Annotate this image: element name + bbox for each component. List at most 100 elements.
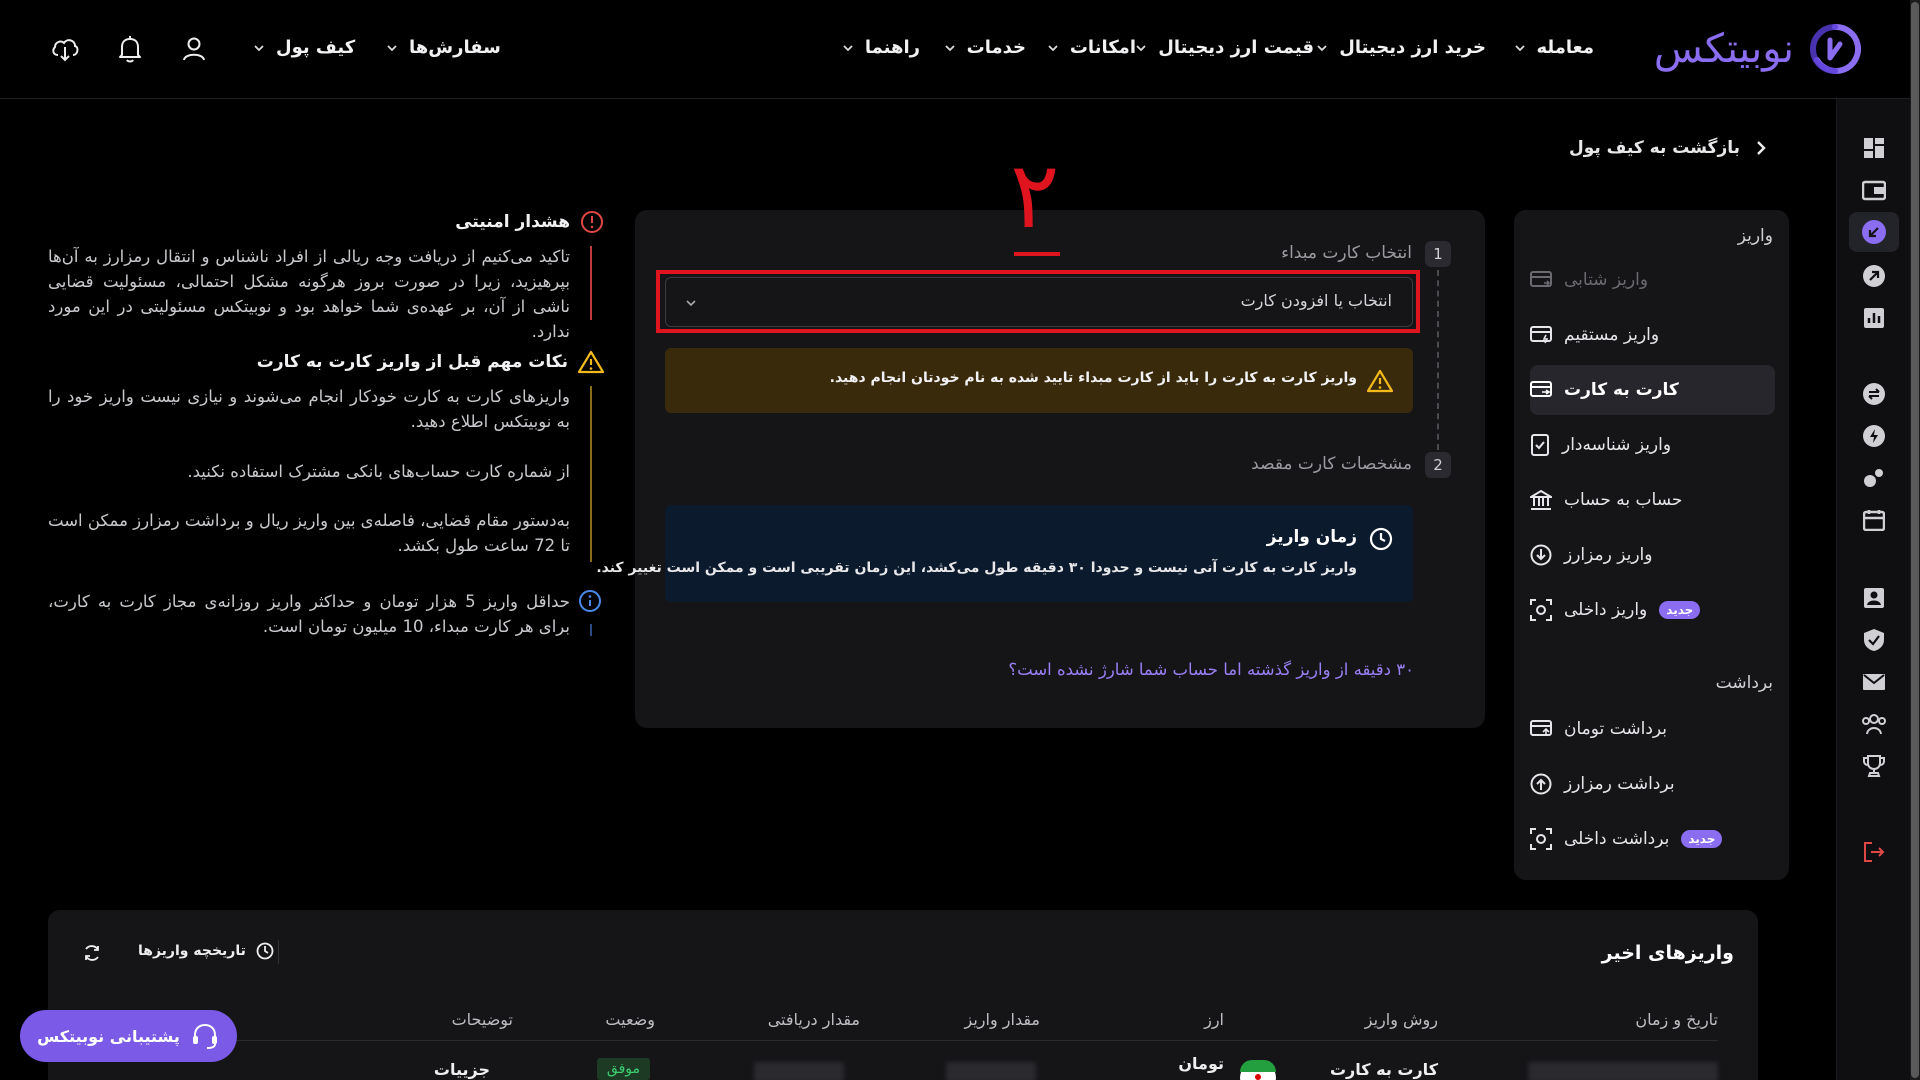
withdraw-arrow-icon[interactable]	[1861, 263, 1887, 289]
deposit-sidebar: واریز واریز شتابی واریز مستقیم کارت به ک…	[1514, 210, 1789, 880]
deposit-history-button[interactable]: تاریخچه واریزها	[138, 942, 274, 960]
user-icon[interactable]	[180, 35, 208, 63]
logout-icon[interactable]	[1861, 839, 1887, 865]
back-label: بازگشت به کیف پول	[1568, 138, 1740, 158]
sidebar-item-label: واریز مستقیم	[1564, 325, 1660, 345]
flash-icon[interactable]	[1861, 423, 1887, 449]
chevron-down-icon	[1317, 44, 1327, 51]
row-details-link[interactable]: جزییات	[434, 1060, 490, 1079]
chevron-down-icon	[387, 44, 397, 51]
card-lightning-icon	[1530, 326, 1552, 344]
sidebar-item-label: واریز شتابی	[1564, 270, 1649, 290]
security-title: هشدار امنیتی	[455, 212, 570, 232]
clock-icon	[1369, 527, 1393, 551]
card-ownership-warning: واریز کارت به کارت را باید از کارت مبداء…	[665, 348, 1413, 413]
chevron-right-icon	[1757, 141, 1766, 155]
security-body: تاکید می‌کنیم از دریافت وجه ریالی از افر…	[48, 247, 570, 341]
check-doc-icon	[1531, 434, 1549, 456]
new-badge: جدید	[1681, 830, 1723, 848]
tips-header: نکات مهم قبل از واریز کارت به کارت	[257, 350, 604, 374]
chevron-down-icon	[944, 44, 955, 51]
table-divider	[88, 1040, 1718, 1041]
nav-buy-crypto[interactable]: خرید ارز دیجیتال	[1315, 37, 1486, 58]
time-title: زمان واریز	[1266, 527, 1357, 547]
deposit-arrow-icon	[1862, 220, 1886, 244]
limit-accent-bar	[590, 624, 592, 636]
column-header: روش واریز	[1364, 1010, 1438, 1029]
scan-icon	[1530, 828, 1552, 850]
chevron-down-icon	[254, 44, 264, 51]
dashboard-icon[interactable]	[1861, 135, 1887, 161]
highlight-frame	[656, 270, 1420, 333]
sidebar-item-crypto-withdraw[interactable]: برداشت رمزارز	[1530, 759, 1775, 809]
sidebar-item-label: حساب به حساب	[1564, 490, 1683, 510]
sidebar-item-internal-withdraw[interactable]: برداشت داخلی جدید	[1530, 814, 1775, 864]
back-to-wallet-link[interactable]: بازگشت به کیف پول	[1569, 138, 1768, 158]
calendar-icon[interactable]	[1861, 507, 1887, 533]
nav-wallet[interactable]: کیف پول	[252, 37, 355, 58]
bank-icon	[1530, 489, 1552, 510]
step-connector	[1437, 270, 1439, 450]
table-row[interactable]: کارت به کارت تومان موفق جزییات	[48, 1050, 1758, 1080]
alert-circle-icon	[581, 211, 603, 233]
nav-crypto-price[interactable]: قیمت ارز دیجیتال	[1134, 37, 1314, 58]
recent-title: واریزهای اخیر	[1601, 942, 1734, 964]
sidebar-item-account-transfer[interactable]: حساب به حساب	[1530, 475, 1775, 525]
support-label: پشتیبانی نوبیتکس	[37, 1026, 180, 1046]
download-app-icon[interactable]	[50, 35, 80, 63]
limit-note: حداقل واریز 5 هزار تومان و حداکثر واریز …	[48, 592, 570, 636]
nav-trade[interactable]: معامله	[1513, 37, 1594, 58]
referral-users-icon[interactable]	[1861, 711, 1887, 737]
brand-logo[interactable]: نوبیتکس	[1654, 22, 1862, 76]
coins-icon[interactable]	[1861, 465, 1887, 491]
column-header: ارز	[1204, 1010, 1224, 1029]
support-button[interactable]: پشتیبانی نوبیتکس	[20, 1010, 237, 1062]
blurred-datetime	[1528, 1062, 1718, 1080]
profile-card-icon[interactable]	[1861, 585, 1887, 611]
history-label: تاریخچه واریزها	[138, 943, 246, 959]
sidebar-item-id-deposit[interactable]: واریز شناسه‌دار	[1530, 420, 1775, 470]
column-header: تاریخ و زمان	[1635, 1010, 1718, 1029]
tips-accent-bar	[590, 386, 592, 562]
nav-label: امکانات	[1069, 37, 1136, 58]
exchange-icon[interactable]	[1861, 381, 1887, 407]
chart-report-icon[interactable]	[1861, 305, 1887, 331]
nav-orders[interactable]: سفارش‌ها	[385, 37, 501, 58]
scrollbar-thumb[interactable]	[1911, 2, 1919, 1078]
wallet-icon[interactable]	[1861, 177, 1887, 203]
security-warning-header: هشدار امنیتی	[455, 210, 604, 234]
trophy-icon[interactable]	[1861, 753, 1887, 779]
nav-services[interactable]: خدمات	[943, 37, 1026, 58]
nav-help[interactable]: راهنما	[841, 37, 920, 58]
row-method: کارت به کارت	[1329, 1060, 1438, 1079]
deposit-rail-active[interactable]	[1849, 212, 1899, 252]
step-2-number: 2	[1425, 452, 1451, 478]
mail-icon[interactable]	[1861, 669, 1887, 695]
shield-icon[interactable]	[1861, 627, 1887, 653]
sidebar-item-label: واریز داخلی	[1564, 600, 1648, 620]
sidebar-item-fast-deposit[interactable]: واریز شتابی	[1530, 255, 1775, 305]
headset-icon	[192, 1023, 217, 1049]
sidebar-item-toman-withdraw[interactable]: برداشت تومان	[1530, 704, 1775, 754]
tip-2: از شماره کارت حساب‌های بانکی مشترک استفا…	[187, 462, 570, 481]
refresh-icon[interactable]	[82, 943, 102, 963]
sidebar-item-label: برداشت داخلی	[1564, 829, 1670, 849]
sidebar-item-crypto-deposit[interactable]: واریز رمزارز	[1530, 530, 1775, 580]
nav-features[interactable]: امکانات	[1046, 37, 1136, 58]
tips-title: نکات مهم قبل از واریز کارت به کارت	[256, 352, 568, 372]
icon-rail	[1836, 99, 1910, 1080]
bell-icon[interactable]	[115, 34, 145, 64]
recent-deposits-panel: واریزهای اخیر تاریخچه واریزها تاریخ و زم…	[48, 910, 1758, 1080]
sidebar-item-card-to-card[interactable]: کارت به کارت	[1530, 365, 1775, 415]
download-circle-icon	[1530, 544, 1552, 566]
warning-triangle-icon	[578, 350, 604, 374]
withdraw-heading: برداشت	[1715, 673, 1773, 693]
sidebar-item-direct-deposit[interactable]: واریز مستقیم	[1530, 310, 1775, 360]
chevron-down-icon	[1048, 44, 1058, 51]
tip-3: به‌دستور مقام قضایی، فاصله‌ی بین واریز ر…	[48, 511, 570, 555]
sidebar-item-internal-deposit[interactable]: واریز داخلی جدید	[1530, 585, 1775, 635]
step-1-number: 1	[1425, 241, 1451, 267]
warning-text: واریز کارت به کارت را باید از کارت مبداء…	[829, 370, 1357, 386]
help-link[interactable]: ۳۰ دقیقه از واریز گذشته اما حساب شما شار…	[1008, 660, 1414, 679]
row-currency: تومان	[1178, 1054, 1224, 1073]
